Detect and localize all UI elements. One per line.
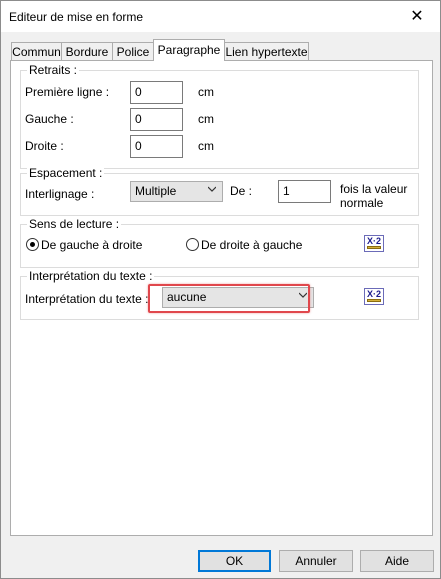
gauche-unit: cm [198,112,214,126]
ok-button[interactable]: OK [198,550,271,572]
annuler-button[interactable]: Annuler [279,550,353,572]
radio-selected-dot [30,242,35,247]
radio-rtl[interactable] [186,238,199,251]
icon-bar [367,246,381,249]
close-icon: ✕ [410,8,424,25]
espacement-group: Espacement : Interlignage : Multiple De … [20,166,419,216]
sens-lecture-legend: Sens de lecture : [27,217,122,231]
tab-label: Bordure [65,45,109,59]
de-input[interactable]: 1 [278,180,331,203]
interpretation-options-icon[interactable]: X·2 [364,288,384,305]
window-title: Editeur de mise en forme [9,10,144,24]
retraits-group: Retraits : Première ligne : 0 cm Gauche … [20,63,419,169]
retraits-legend: Retraits : [27,63,80,77]
tab-commun[interactable]: Commun [11,42,62,60]
espacement-legend: Espacement : [27,166,105,180]
droite-unit: cm [198,139,214,153]
aide-button[interactable]: Aide [360,550,434,572]
premiere-ligne-input[interactable]: 0 [130,81,183,104]
tab-label: Commun [12,45,61,59]
chevron-down-icon [208,186,216,192]
icon-bar [367,299,381,302]
interpretation-label: Interprétation du texte : [25,292,149,306]
droite-input[interactable]: 0 [130,135,183,158]
gauche-label: Gauche : [25,112,74,126]
premiere-ligne-unit: cm [198,85,214,99]
tab-label: Police [116,45,150,59]
selection-highlight [148,284,310,313]
aide-label: Aide [384,554,410,568]
format-editor-dialog: Editeur de mise en forme ✕ Commun Bordur… [0,0,441,579]
direction-options-icon[interactable]: X·2 [364,235,384,252]
de-label: De : [230,184,253,198]
tab-paragraphe[interactable]: Paragraphe [153,39,225,61]
tab-label: Paragraphe [157,43,221,57]
tab-label: Lien hypertexte [225,45,308,59]
gauche-input[interactable]: 0 [130,108,183,131]
ok-label: OK [225,554,244,568]
icon-text: X·2 [366,289,381,299]
annuler-label: Annuler [295,554,337,568]
tab-police[interactable]: Police [112,42,154,60]
sens-lecture-group: Sens de lecture : De gauche à droite De … [20,217,419,268]
interlignage-value: Multiple [135,184,177,198]
radio-rtl-label[interactable]: De droite à gauche [201,238,302,252]
suffix-line2: normale [340,196,384,210]
suffix-line1: fois la valeur [340,182,408,196]
interlignage-label: Interlignage : [25,187,95,201]
interlignage-select[interactable]: Multiple [130,181,223,202]
icon-text: X·2 [366,236,381,246]
tab-bordure[interactable]: Bordure [61,42,113,60]
droite-label: Droite : [25,139,64,153]
radio-ltr[interactable] [26,238,39,251]
premiere-ligne-label: Première ligne : [25,85,110,99]
tab-lien-hypertexte[interactable]: Lien hypertexte [224,42,309,60]
radio-ltr-label[interactable]: De gauche à droite [41,238,142,252]
title-bar: Editeur de mise en forme ✕ [1,1,440,32]
interpretation-legend: Interprétation du texte : [27,269,155,283]
close-button[interactable]: ✕ [394,1,440,32]
